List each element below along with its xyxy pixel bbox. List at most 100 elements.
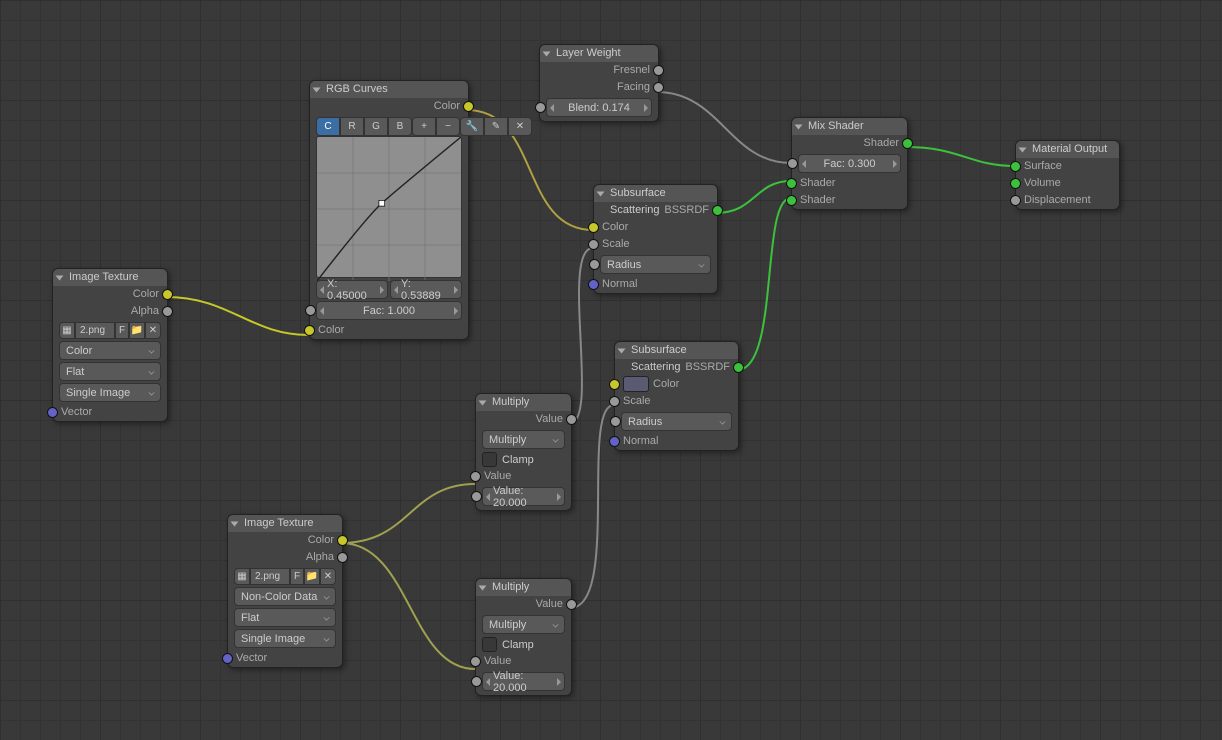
socket-normal-in[interactable] (588, 279, 599, 290)
node-multiply-1[interactable]: Multiply Value Multiply Clamp Value Valu… (475, 393, 572, 511)
socket-value-in[interactable] (470, 656, 481, 667)
curve-tab-c[interactable]: C (316, 117, 340, 136)
socket-alpha-out[interactable] (337, 552, 348, 563)
radius-dropdown[interactable]: Radius (621, 412, 732, 431)
socket-alpha-out[interactable] (162, 306, 173, 317)
node-title[interactable]: Subsurface Scattering (615, 342, 738, 359)
fake-user-btn[interactable]: F (115, 322, 129, 339)
node-title[interactable]: Mix Shader (792, 118, 907, 135)
node-layer-weight[interactable]: Layer Weight Fresnel Facing Blend: 0.174 (539, 44, 659, 122)
value-field[interactable]: Value: 20.000 (482, 672, 565, 691)
node-title[interactable]: Image Texture (53, 269, 167, 286)
socket-fresnel-out[interactable] (653, 65, 664, 76)
operation-dropdown[interactable]: Multiply (482, 615, 565, 634)
socket-color-in[interactable] (609, 379, 620, 390)
tools-icon[interactable]: 🔧 (460, 117, 484, 136)
zoom-out-icon[interactable]: − (436, 117, 460, 136)
socket-vector-in[interactable] (222, 653, 233, 664)
socket-fac-in[interactable] (305, 305, 316, 316)
node-title[interactable]: Layer Weight (540, 45, 658, 62)
socket-radius-in[interactable] (589, 259, 600, 270)
node-title[interactable]: Multiply (476, 579, 571, 596)
curve-tab-b[interactable]: B (388, 117, 412, 136)
clip-icon[interactable]: ✎ (484, 117, 508, 136)
socket-radius-in[interactable] (610, 416, 621, 427)
interpolation-dropdown[interactable]: Single Image (234, 629, 336, 648)
fac-field[interactable]: Fac: 0.300 (798, 154, 901, 173)
image-name[interactable]: 2.png (250, 568, 290, 585)
socket-scale-in[interactable] (588, 239, 599, 250)
node-rgb-curves[interactable]: RGB Curves Color C R G B + − 🔧 ✎ ✕ X: 0.… (309, 80, 469, 340)
socket-bssrdf-out[interactable] (712, 205, 723, 216)
blend-field[interactable]: Blend: 0.174 (546, 98, 652, 117)
socket-shader1-in[interactable] (786, 178, 797, 189)
projection-dropdown[interactable]: Flat (234, 608, 336, 627)
node-sss-2[interactable]: Subsurface Scattering BSSRDF Color Scale… (614, 341, 739, 451)
image-browse-icon[interactable]: ▦ (59, 322, 75, 339)
socket-value-out[interactable] (566, 414, 577, 425)
clamp-checkbox[interactable] (482, 637, 497, 652)
input-color: Color (594, 219, 717, 236)
node-sss-1[interactable]: Subsurface Scattering BSSRDF Color Scale… (593, 184, 718, 294)
node-title[interactable]: RGB Curves (310, 81, 468, 98)
socket-color-out[interactable] (463, 101, 474, 112)
socket-vector-in[interactable] (47, 407, 58, 418)
node-image-texture-2[interactable]: Image Texture Color Alpha ▦ 2.png F 📁 ✕ … (227, 514, 343, 668)
image-browse-icon[interactable]: ▦ (234, 568, 250, 585)
operation-dropdown[interactable]: Multiply (482, 430, 565, 449)
socket-color-in[interactable] (588, 222, 599, 233)
socket-value-in[interactable] (470, 471, 481, 482)
socket-value2-in[interactable] (471, 676, 482, 687)
node-title[interactable]: Subsurface Scattering (594, 185, 717, 202)
input-surface-label: Surface (1024, 160, 1062, 172)
node-title[interactable]: Material Output (1016, 141, 1119, 158)
fac-field[interactable]: Fac: 1.000 (316, 301, 462, 320)
color-swatch[interactable] (623, 376, 649, 392)
open-image-icon[interactable]: 📁 (304, 568, 320, 585)
socket-surface-in[interactable] (1010, 161, 1021, 172)
node-mix-shader[interactable]: Mix Shader Shader Fac: 0.300 Shader Shad… (791, 117, 908, 210)
socket-value-out[interactable] (566, 599, 577, 610)
clamp-row[interactable]: Clamp (482, 451, 565, 468)
curve-y-field[interactable]: Y: 0.53889 (390, 280, 462, 299)
socket-fac-in[interactable] (787, 158, 798, 169)
unlink-image-icon[interactable]: ✕ (320, 568, 336, 585)
colorspace-dropdown[interactable]: Color (59, 341, 161, 360)
node-material-output[interactable]: Material Output Surface Volume Displacem… (1015, 140, 1120, 210)
socket-scale-in[interactable] (609, 396, 620, 407)
socket-shader-out[interactable] (902, 138, 913, 149)
socket-facing-out[interactable] (653, 82, 664, 93)
socket-bssrdf-out[interactable] (733, 362, 744, 373)
curve-x-field[interactable]: X: 0.45000 (316, 280, 388, 299)
unlink-image-icon[interactable]: ✕ (145, 322, 161, 339)
node-image-texture-1[interactable]: Image Texture Color Alpha ▦ 2.png F 📁 ✕ … (52, 268, 168, 422)
socket-color-out[interactable] (162, 289, 173, 300)
socket-blend-in[interactable] (535, 102, 546, 113)
colorspace-dropdown[interactable]: Non-Color Data (234, 587, 336, 606)
value-field[interactable]: Value: 20.000 (482, 487, 565, 506)
curve-editor[interactable] (316, 136, 462, 278)
node-multiply-2[interactable]: Multiply Value Multiply Clamp Value Valu… (475, 578, 572, 696)
curve-tab-r[interactable]: R (340, 117, 364, 136)
clamp-row[interactable]: Clamp (482, 636, 565, 653)
node-title[interactable]: Multiply (476, 394, 571, 411)
zoom-in-icon[interactable]: + (412, 117, 436, 136)
clamp-checkbox[interactable] (482, 452, 497, 467)
interpolation-dropdown[interactable]: Single Image (59, 383, 161, 402)
image-name[interactable]: 2.png (75, 322, 115, 339)
socket-value2-in[interactable] (471, 491, 482, 502)
socket-volume-in[interactable] (1010, 178, 1021, 189)
input-normal-label: Normal (623, 435, 658, 447)
projection-dropdown[interactable]: Flat (59, 362, 161, 381)
curve-tab-g[interactable]: G (364, 117, 388, 136)
socket-normal-in[interactable] (609, 436, 620, 447)
radius-dropdown[interactable]: Radius (600, 255, 711, 274)
node-title[interactable]: Image Texture (228, 515, 342, 532)
open-image-icon[interactable]: 📁 (129, 322, 145, 339)
delete-point-icon[interactable]: ✕ (508, 117, 532, 136)
socket-shader2-in[interactable] (786, 195, 797, 206)
fake-user-btn[interactable]: F (290, 568, 304, 585)
socket-color-out[interactable] (337, 535, 348, 546)
socket-color-in[interactable] (304, 325, 315, 336)
socket-disp-in[interactable] (1010, 195, 1021, 206)
